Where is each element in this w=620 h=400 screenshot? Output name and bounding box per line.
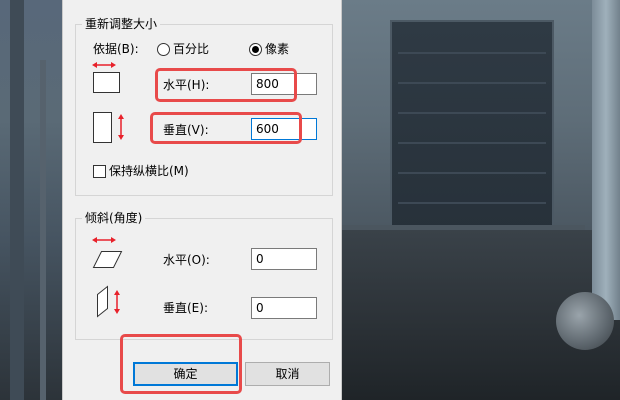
skew-horizontal-label: 水平(O): — [163, 253, 210, 267]
highlight-vertical — [150, 112, 302, 144]
background-can — [556, 292, 614, 350]
cancel-button[interactable]: 取消 — [245, 362, 330, 386]
pixels-radio-label[interactable]: 像素 — [265, 41, 289, 57]
pixels-radio[interactable] — [249, 43, 262, 56]
horizontal-resize-icon — [92, 62, 120, 93]
skew-vertical-label: 垂直(E): — [163, 301, 208, 315]
vertical-skew-icon — [97, 285, 120, 318]
vertical-resize-icon — [93, 112, 124, 143]
skew-vertical-input[interactable]: 0 — [251, 297, 317, 319]
resize-group-title: 重新调整大小 — [82, 16, 161, 32]
skew-group-title: 倾斜(角度) — [82, 210, 146, 226]
highlight-horizontal — [155, 68, 297, 102]
keep-ratio-label[interactable]: 保持纵横比(M) — [109, 163, 189, 179]
percent-radio-label[interactable]: 百分比 — [173, 41, 209, 57]
skew-horizontal-input[interactable]: 0 — [251, 248, 317, 270]
highlight-ok-button — [120, 334, 242, 394]
background-pipe — [592, 0, 620, 320]
background-door — [390, 20, 554, 234]
percent-radio[interactable] — [157, 43, 170, 56]
by-label: 依据(B): — [93, 42, 139, 56]
keep-ratio-checkbox[interactable] — [93, 165, 106, 178]
horizontal-skew-icon — [92, 237, 123, 268]
